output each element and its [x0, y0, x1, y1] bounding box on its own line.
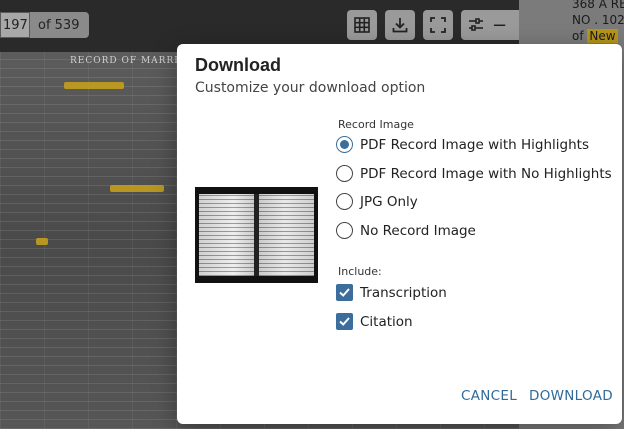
radio-button[interactable] — [336, 193, 353, 210]
highlight-mark — [64, 82, 124, 89]
transcription-line: of New — [572, 28, 624, 44]
fullscreen-icon — [430, 17, 446, 33]
transcription-line: 368 A RE — [572, 0, 624, 11]
fullscreen-button[interactable] — [423, 10, 453, 40]
include-option-label: Citation — [360, 313, 413, 330]
transcription-highlight: New — [587, 29, 618, 43]
dialog-subtitle: Customize your download option — [195, 80, 426, 96]
option-label: No Record Image — [360, 222, 476, 239]
option-no-record-image[interactable]: No Record Image — [336, 222, 476, 239]
sliders-icon — [469, 18, 483, 31]
download-dialog: Download Customize your download option … — [177, 44, 622, 424]
transcription-checkbox[interactable] — [336, 284, 353, 301]
include-label: Include: — [338, 265, 382, 278]
grid-view-button[interactable] — [347, 10, 377, 40]
page-number-input[interactable] — [0, 12, 30, 38]
check-icon — [339, 317, 350, 326]
page-total: of 539 — [38, 17, 80, 33]
option-label: JPG Only — [360, 193, 418, 210]
record-thumbnail — [195, 187, 318, 283]
include-option-label: Transcription — [360, 284, 447, 301]
check-icon — [339, 288, 350, 297]
highlight-mark — [110, 185, 164, 192]
option-pdf-no-highlights[interactable]: PDF Record Image with No Highlights — [336, 165, 612, 182]
include-citation[interactable]: Citation — [336, 313, 413, 330]
radio-button[interactable] — [336, 136, 353, 153]
download-icon — [392, 18, 408, 33]
transcription-word: of — [572, 29, 584, 43]
download-confirm-button[interactable]: DOWNLOAD — [529, 388, 613, 404]
option-label: PDF Record Image with Highlights — [360, 136, 590, 153]
option-jpg-only[interactable]: JPG Only — [336, 193, 418, 210]
viewer-toolbar — [347, 10, 491, 40]
zoom-out-button[interactable]: − — [485, 10, 514, 40]
include-transcription[interactable]: Transcription — [336, 284, 447, 301]
option-pdf-highlights[interactable]: PDF Record Image with Highlights — [336, 136, 589, 153]
page-indicator: of 539 — [0, 12, 90, 38]
radio-button[interactable] — [336, 165, 353, 182]
highlight-mark — [36, 238, 48, 245]
transcription-line: NO . 102 — [572, 13, 624, 27]
record-image-label: Record Image — [338, 118, 414, 131]
citation-checkbox[interactable] — [336, 313, 353, 330]
download-button[interactable] — [385, 10, 415, 40]
radio-button[interactable] — [336, 222, 353, 239]
cancel-button[interactable]: CANCEL — [461, 388, 517, 404]
dialog-title: Download — [195, 55, 281, 75]
grid-icon — [354, 17, 370, 33]
option-label: PDF Record Image with No Highlights — [360, 165, 612, 182]
